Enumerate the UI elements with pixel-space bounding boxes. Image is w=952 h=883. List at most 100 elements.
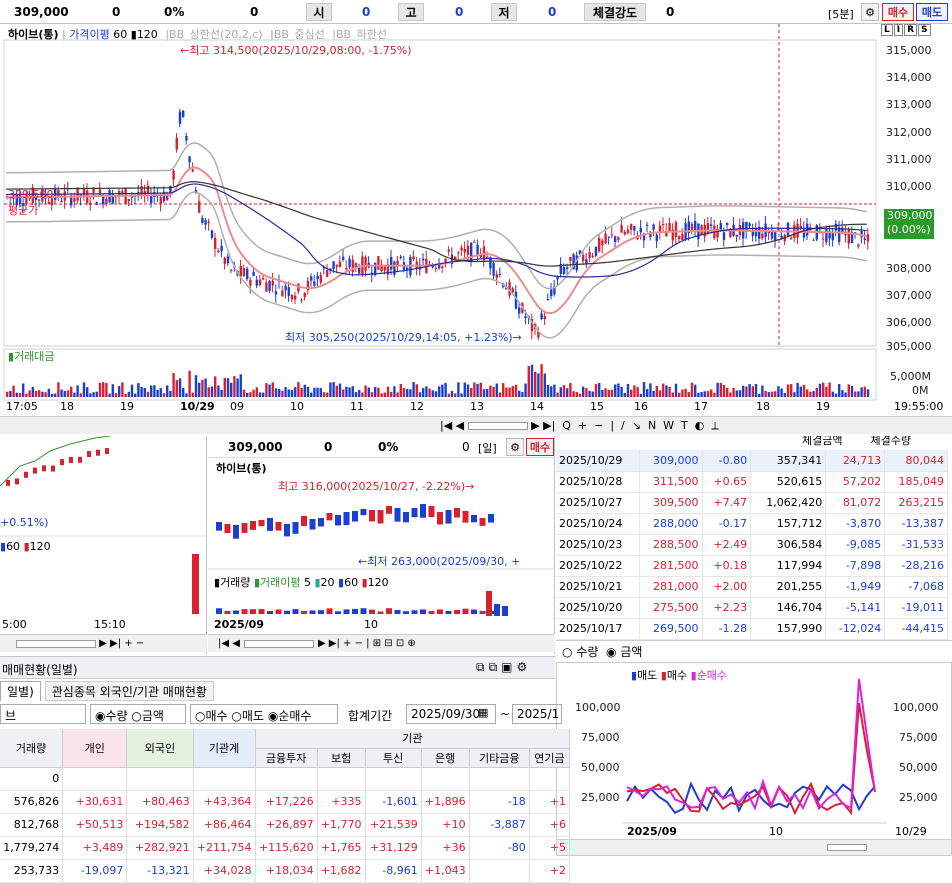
price-chart-svg[interactable] [0,24,952,434]
quote-bar: 309,000 0 0% 0 시 0 고 0 저 0 체결강도 0 [5분] ⚙… [0,0,952,24]
volume-bar [662,383,665,397]
candle-body [172,170,175,180]
volume-bar [287,389,290,397]
volume-bar [402,388,406,397]
radio-qty[interactable]: ◉수량 [95,709,128,723]
candle-body [495,274,498,278]
trade-row[interactable]: 2025/10/27 309,500 +7.47 1,062,420 81,072 263… [556,492,948,514]
table-cell: +80,463 [126,790,194,814]
draw-tools[interactable]: Q + − | / ↘ N W T ◐ ⟂ [559,419,718,433]
volume-bar [63,391,66,397]
volume-amount-title: 거래대금 [14,350,55,363]
tab-daily[interactable]: 일별) [0,681,41,701]
radio-sell[interactable]: ○매도 [231,709,264,723]
flow-scrollbar[interactable] [557,839,951,855]
volume-bar [441,384,444,397]
scroll-first-icon[interactable]: |◀ [440,419,452,432]
high-value: 0 [455,5,464,19]
daily-volume-bar [403,611,409,614]
volume-bar [393,386,396,397]
radio-amt[interactable]: ○금액 [131,709,164,723]
x-tick: 2025/09 [627,825,677,838]
candle-body [620,225,623,233]
scroll-next-icon[interactable]: ▶ [531,419,539,432]
period-selector[interactable]: [5분] [828,6,854,22]
trade-row[interactable]: 2025/10/20 275,500 +2.23 146,704 -5,141 -19,0… [556,597,948,619]
trade-row[interactable]: 2025/10/29 309,000 -0.80 357,341 24,713 80,04… [556,450,948,472]
volume-bar [732,387,735,397]
trade-cell: 2025/10/27 [556,492,640,514]
radio-buy[interactable]: ○매수 [195,709,228,723]
table-row[interactable]: 0 [0,767,571,791]
mini-scrollbar[interactable]: ▶ ▶| + − [0,634,207,652]
panel-toolbar-icons[interactable]: ⧉⧉▣⚙ [476,660,531,675]
trade-row[interactable]: 2025/10/17 269,500 -1.28 157,990 -12,024 -44,… [556,618,948,640]
daily-chart-panel: 309,000 0 0% 0 [일] ⚙ 매수 하이브(통) 최고 316,00… [208,436,555,654]
chart-scrollbar[interactable]: |◀ ◀ ▶ ▶| Q + − | / ↘ N W T ◐ ⟂ [0,416,952,434]
volume-bar [742,385,745,397]
volume-bar [41,391,44,397]
date-to-field[interactable]: 2025/1 [512,704,562,724]
table-cell: 0 [0,767,64,791]
trade-row[interactable]: 2025/10/21 281,000 +2.00 201,255 -1,949 -7,06… [556,576,948,598]
candle-body [249,279,252,286]
volume-bar [623,392,626,397]
radio-net[interactable]: ◉순매수 [268,709,312,723]
current-price-tag-pct: (0.00%) [887,223,931,236]
volume-bar [498,392,502,397]
volume-bar [252,389,255,397]
candle-body [492,262,495,276]
scroll-thumb[interactable] [467,421,528,430]
volume-bar [601,389,604,397]
daily-scrollbar[interactable]: |◀ ◀ ▶ ▶| + − | ⊞ ⊟ ⊡ ⊕ [208,634,555,652]
volume-bar [508,387,511,397]
volume-bar [630,389,633,397]
candle-body [220,245,223,252]
daily-volume-bar [377,611,384,614]
stock-name-field[interactable]: 브 [0,704,86,724]
trade-row[interactable]: 2025/10/23 288,500 +2.49 306,584 -9,085 -31,5… [556,534,948,556]
col-fin: 금융투자 [255,748,318,768]
trade-cell: 263,215 [884,492,948,514]
radio-qty[interactable]: ○ 수량 [562,643,598,660]
scroll-last-icon[interactable]: ▶| [543,419,555,432]
col-foreign: 외국인 [126,729,194,768]
gear-icon[interactable]: ⚙ [861,3,879,21]
buy-button[interactable]: 매수 [882,3,914,21]
table-row[interactable]: 812,768 +50,513 +194,582 +86,464 +26,897 +1,7… [0,813,571,837]
trade-row[interactable]: 2025/10/24 288,000 -0.17 157,712 -3,870 -13,3… [556,513,948,535]
volume-bar [18,393,22,397]
volume-bar [220,389,223,397]
volume-bar [82,382,86,397]
sell-button[interactable]: 매도 [916,3,948,21]
table-row[interactable]: 576,826 +30,631 +80,463 +43,364 +17,226 +335-… [0,790,571,814]
volume-bar [767,392,770,397]
trade-row[interactable]: 2025/10/28 311,500 +0.65 520,615 57,202 185,0… [556,471,948,493]
candle-body [198,201,201,213]
radio-amt[interactable]: ◉ 금액 [606,643,642,660]
volume-bar [758,393,761,397]
candle-body [300,299,303,301]
table-row[interactable]: 253,733 -19,097 -13,321 +34,028 +18,034 +1,68… [0,859,571,883]
calendar-icon[interactable]: ▦ [478,706,488,719]
volume-bar [716,382,719,397]
volume-bar [201,379,204,397]
volume-bar [172,372,175,397]
scroll-thumb[interactable] [827,844,867,851]
volume-bar [246,392,249,397]
scroll-prev-icon[interactable]: ◀ [456,419,464,432]
volume-bar [143,388,146,397]
volume-bar [572,391,575,397]
table-cell [365,767,422,791]
tab-watchlist[interactable]: 관심종목 외국인/기관 매매현황 [44,681,214,701]
mini-candle [87,451,91,458]
scroll-thumb[interactable] [16,639,96,648]
trade-row[interactable]: 2025/10/22 281,500 +0.18 117,994 -7,898 -28,2… [556,555,948,577]
group-institution: 기관 [255,729,570,749]
candle-body [610,234,614,236]
mini-candle [6,479,10,486]
candle-body [857,244,860,247]
volume-bar [409,389,412,397]
scroll-thumb[interactable] [243,639,314,648]
volume-bar [121,382,124,397]
